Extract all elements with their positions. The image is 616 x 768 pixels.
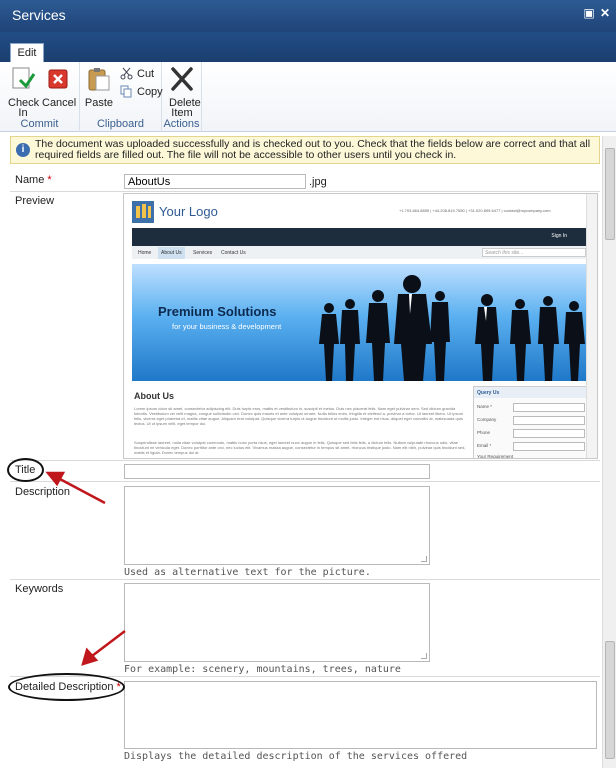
red-arrow-head-icon — [81, 647, 99, 666]
red-arrow-head-icon — [45, 471, 66, 487]
annotation-arrows — [45, 471, 126, 666]
red-arrow-icon — [57, 476, 106, 505]
red-arrow-icon — [91, 630, 126, 657]
